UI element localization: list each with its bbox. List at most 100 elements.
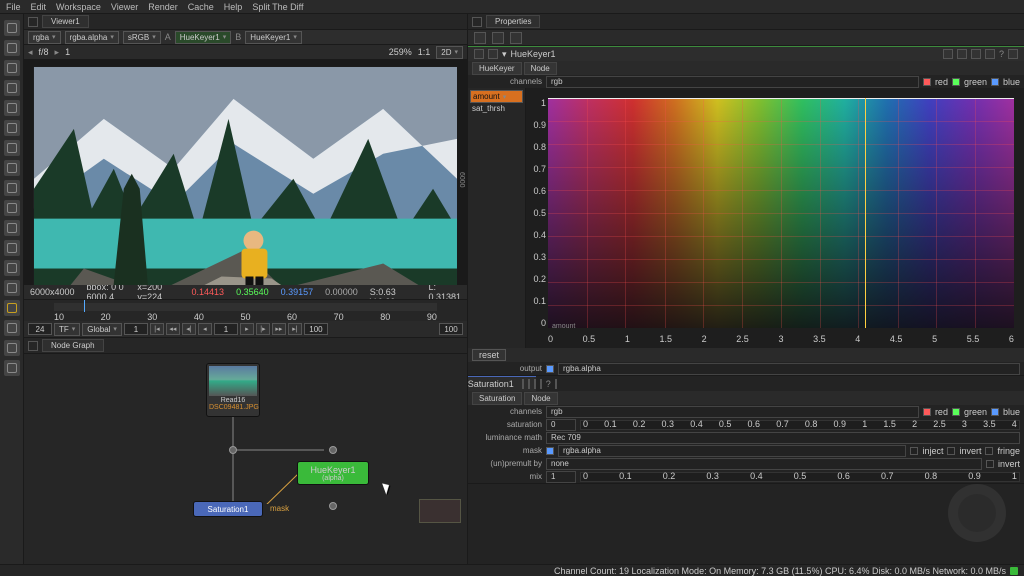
tab-node[interactable]: Node [524, 392, 557, 405]
view-mode-select[interactable]: 2D [436, 46, 463, 59]
ratio-readout[interactable]: 1:1 [418, 47, 431, 57]
chk-fringe[interactable] [985, 447, 993, 455]
hue-graph[interactable]: amount sat_thrsh 10.90.80.70.60.50.40.30… [468, 88, 1024, 348]
redo-icon[interactable] [971, 49, 981, 59]
unpremult-select[interactable]: none [546, 458, 982, 470]
float-icon[interactable] [943, 49, 953, 59]
prev-frame-icon[interactable]: ◂ [28, 47, 33, 58]
panel-title-bar[interactable]: ▾ Saturation1 ? [468, 376, 536, 391]
zoom-readout[interactable]: 259% [389, 47, 412, 57]
tab-saturation[interactable]: Saturation [472, 392, 522, 405]
undo-icon[interactable] [957, 49, 967, 59]
chk-blue[interactable] [991, 408, 999, 416]
menu-help[interactable]: Help [224, 2, 243, 12]
lock-icon[interactable] [474, 32, 486, 44]
toolbin-merge[interactable] [4, 160, 20, 176]
luminance-select[interactable]: Rec 709 [546, 432, 1020, 444]
step-back-icon[interactable]: ◂◂ [166, 323, 180, 335]
play-fwd-icon[interactable]: ▸ [240, 323, 254, 335]
chk-red[interactable] [923, 408, 931, 416]
toolbin-other[interactable] [4, 320, 20, 336]
tab-huekeyer[interactable]: HueKeyer [472, 62, 522, 75]
toolbin-toolsets[interactable] [4, 300, 20, 316]
close-icon[interactable] [555, 379, 557, 389]
timeline[interactable]: 102030405060708090 [24, 299, 467, 321]
toolbin-time[interactable] [4, 60, 20, 76]
channel-select[interactable]: rgba [28, 31, 61, 44]
menu-render[interactable]: Render [148, 2, 178, 12]
revert-icon[interactable] [985, 49, 995, 59]
goto-start-icon[interactable]: |◂ [150, 323, 164, 335]
goto-end-icon[interactable]: ▸| [288, 323, 302, 335]
node-huekeyer[interactable]: HueKeyer1(alpha) [298, 462, 368, 484]
toolbin-keyer[interactable] [4, 140, 20, 156]
chk-green[interactable] [952, 78, 960, 86]
toolbin-views[interactable] [4, 260, 20, 276]
saturation-slider[interactable]: 00.10.20.30.40.50.60.70.80.911.522.533.5… [580, 420, 1020, 430]
chk-output[interactable] [546, 365, 554, 373]
menu-edit[interactable]: Edit [31, 2, 47, 12]
channels-select[interactable]: rgb [546, 76, 919, 88]
fstop-readout[interactable]: f/8 [39, 47, 49, 57]
mask-select[interactable]: rgba.alpha [558, 445, 906, 457]
reset-button[interactable]: reset [472, 349, 506, 361]
toolbin-extra2[interactable] [4, 360, 20, 376]
gain-readout[interactable]: 1 [65, 47, 70, 57]
menu-workspace[interactable]: Workspace [56, 2, 101, 12]
node-dot[interactable] [229, 446, 237, 454]
next-frame-icon[interactable]: ▸ [55, 47, 60, 58]
play-back-icon[interactable]: ◂ [198, 323, 212, 335]
b-input-select[interactable]: HueKeyer1 [245, 31, 302, 44]
chk-green[interactable] [952, 408, 960, 416]
pane-menu-icon[interactable] [28, 17, 38, 27]
chk-invert[interactable] [947, 447, 955, 455]
chk-blue[interactable] [991, 78, 999, 86]
toolbin-metadata[interactable] [4, 280, 20, 296]
viewer-tab[interactable]: Viewer1 [42, 15, 89, 28]
toolbin-channel[interactable] [4, 80, 20, 96]
revert-icon[interactable] [540, 379, 542, 389]
channels-select[interactable]: rgb [546, 406, 919, 418]
range-field[interactable] [439, 323, 463, 335]
chk-invert2[interactable] [986, 460, 994, 468]
toolbin-filter[interactable] [4, 120, 20, 136]
tf-select[interactable]: TF [54, 323, 80, 336]
toolbin-3d[interactable] [4, 200, 20, 216]
node-saturation[interactable]: Saturation1 [194, 502, 262, 516]
center-icon[interactable] [488, 49, 498, 59]
menu-file[interactable]: File [6, 2, 21, 12]
toolbin-transform[interactable] [4, 180, 20, 196]
param-amount[interactable]: amount [470, 90, 523, 103]
step-fwd-icon[interactable]: ▸▸ [272, 323, 286, 335]
nodegraph-tab[interactable]: Node Graph [42, 339, 104, 352]
param-satthrsh[interactable]: sat_thrsh [470, 103, 523, 114]
mix-field[interactable]: 1 [546, 471, 576, 483]
toolbin-extra1[interactable] [4, 340, 20, 356]
next-key-icon[interactable]: |▸ [256, 323, 270, 335]
toolbin-draw[interactable] [4, 40, 20, 56]
layer-select[interactable]: rgba.alpha [65, 31, 119, 44]
prev-key-icon[interactable]: ◂| [182, 323, 196, 335]
properties-tab[interactable]: Properties [486, 15, 540, 28]
viewer-canvas[interactable]: 6000 [24, 59, 467, 285]
menu-cache[interactable]: Cache [188, 2, 214, 12]
colorspace-select[interactable]: sRGB [123, 31, 161, 44]
node-dot[interactable] [329, 502, 337, 510]
scope-select[interactable]: Global [82, 323, 122, 336]
out-field[interactable] [304, 323, 328, 335]
in-field[interactable] [124, 323, 148, 335]
clearall-icon[interactable] [492, 32, 504, 44]
toolbin-image[interactable] [4, 20, 20, 36]
redo-icon[interactable] [534, 379, 536, 389]
menu-viewer[interactable]: Viewer [111, 2, 138, 12]
tab-node[interactable]: Node [524, 62, 557, 75]
node-graph-canvas[interactable]: Read16 DSC09481.JPG Saturation1 HueKeyer… [24, 354, 467, 564]
fps-field[interactable] [28, 323, 52, 335]
reveal-icon[interactable] [474, 49, 484, 59]
chk-mask[interactable] [546, 447, 554, 455]
chk-inject[interactable] [910, 447, 918, 455]
float-icon[interactable] [522, 379, 524, 389]
pane-menu-icon[interactable] [472, 17, 482, 27]
trash-icon[interactable] [510, 32, 522, 44]
node-read[interactable]: Read16 DSC09481.JPG [207, 364, 259, 416]
